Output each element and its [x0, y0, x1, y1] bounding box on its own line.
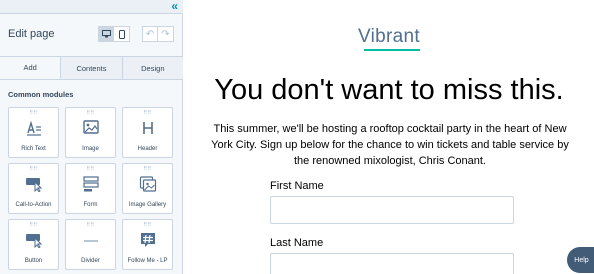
- drag-handle-icon: ⠿⠿: [143, 110, 152, 116]
- rich-text-icon: [26, 120, 41, 136]
- mobile-icon: [118, 29, 125, 39]
- first-name-field[interactable]: [270, 196, 514, 224]
- module-label: Call-to-Action: [15, 202, 52, 208]
- module-label: Follow Me - LP: [127, 258, 168, 264]
- image-gallery-icon: [139, 176, 156, 192]
- hashtag-icon: [140, 233, 155, 247]
- button-icon: [25, 234, 42, 248]
- redo-icon: ↷: [161, 28, 170, 40]
- tab-add[interactable]: Add: [0, 57, 62, 79]
- undo-button[interactable]: ↶: [142, 26, 158, 42]
- redo-button[interactable]: ↷: [158, 26, 174, 42]
- sidebar-title: Edit page: [8, 28, 55, 40]
- form-icon: [82, 176, 99, 192]
- module-image[interactable]: ⠿⠿ Image: [65, 107, 116, 158]
- help-button[interactable]: Help: [567, 247, 594, 273]
- divider-icon: [83, 240, 98, 242]
- last-name-label: Last Name: [270, 237, 324, 249]
- drag-handle-icon: ⠿⠿: [143, 166, 152, 172]
- logo-underline: [364, 49, 420, 51]
- module-form[interactable]: ⠿⠿ Form: [65, 163, 116, 214]
- module-label: Image Gallery: [128, 202, 167, 208]
- image-icon: [82, 120, 99, 134]
- header-icon: [142, 122, 153, 134]
- tab-contents[interactable]: Contents: [61, 57, 123, 79]
- mobile-view-button[interactable]: [114, 26, 130, 42]
- call-to-action-icon: [25, 178, 42, 192]
- module-label: Header: [137, 146, 158, 152]
- module-label: Image: [82, 146, 99, 152]
- module-label: Button: [24, 258, 43, 264]
- double-chevron-left-icon[interactable]: «: [171, 0, 178, 13]
- page-body-text[interactable]: This summer, we'll be hosting a rooftop …: [210, 121, 570, 169]
- first-name-label: First Name: [270, 180, 324, 192]
- module-divider[interactable]: ⠿⠿ Divider: [65, 219, 116, 270]
- module-follow-me[interactable]: ⠿⠿ Follow Me - LP: [122, 219, 173, 270]
- drag-handle-icon: ⠿⠿: [143, 222, 152, 228]
- preview-mode-toggle: [98, 26, 130, 42]
- module-label: Form: [83, 202, 98, 208]
- page-preview: Vibrant You don't want to miss this. Thi…: [184, 0, 594, 274]
- module-button[interactable]: ⠿⠿ Button: [8, 219, 59, 270]
- desktop-view-button[interactable]: [98, 26, 114, 42]
- module-image-gallery[interactable]: ⠿⠿ Image Gallery: [122, 163, 173, 214]
- sidebar-topbar: «: [0, 0, 183, 14]
- module-call-to-action[interactable]: ⠿⠿ Call-to-Action: [8, 163, 59, 214]
- site-logo[interactable]: Vibrant: [184, 26, 594, 48]
- tab-design[interactable]: Design: [122, 57, 183, 79]
- page-headline[interactable]: You don't want to miss this.: [184, 74, 594, 107]
- drag-handle-icon: ⠿⠿: [29, 222, 38, 228]
- drag-handle-icon: ⠿⠿: [29, 110, 38, 116]
- undo-icon: ↶: [145, 28, 155, 40]
- module-rich-text[interactable]: ⠿⠿ Rich Text: [8, 107, 59, 158]
- history-controls: ↶ ↷: [142, 26, 174, 42]
- drag-handle-icon: ⠿⠿: [86, 166, 95, 172]
- module-label: Divider: [81, 258, 100, 264]
- editor-sidebar: « Edit page ↶ ↷ Add Contents Design Comm…: [0, 0, 183, 274]
- sidebar-tabs: Add Contents Design: [0, 56, 183, 80]
- module-label: Rich Text: [21, 146, 46, 152]
- module-header[interactable]: ⠿⠿ Header: [122, 107, 173, 158]
- last-name-field[interactable]: [270, 253, 514, 274]
- drag-handle-icon: ⠿⠿: [86, 222, 95, 228]
- drag-handle-icon: ⠿⠿: [86, 110, 95, 116]
- section-title: Common modules: [8, 90, 74, 99]
- drag-handle-icon: ⠿⠿: [29, 166, 38, 172]
- desktop-icon: [101, 30, 111, 38]
